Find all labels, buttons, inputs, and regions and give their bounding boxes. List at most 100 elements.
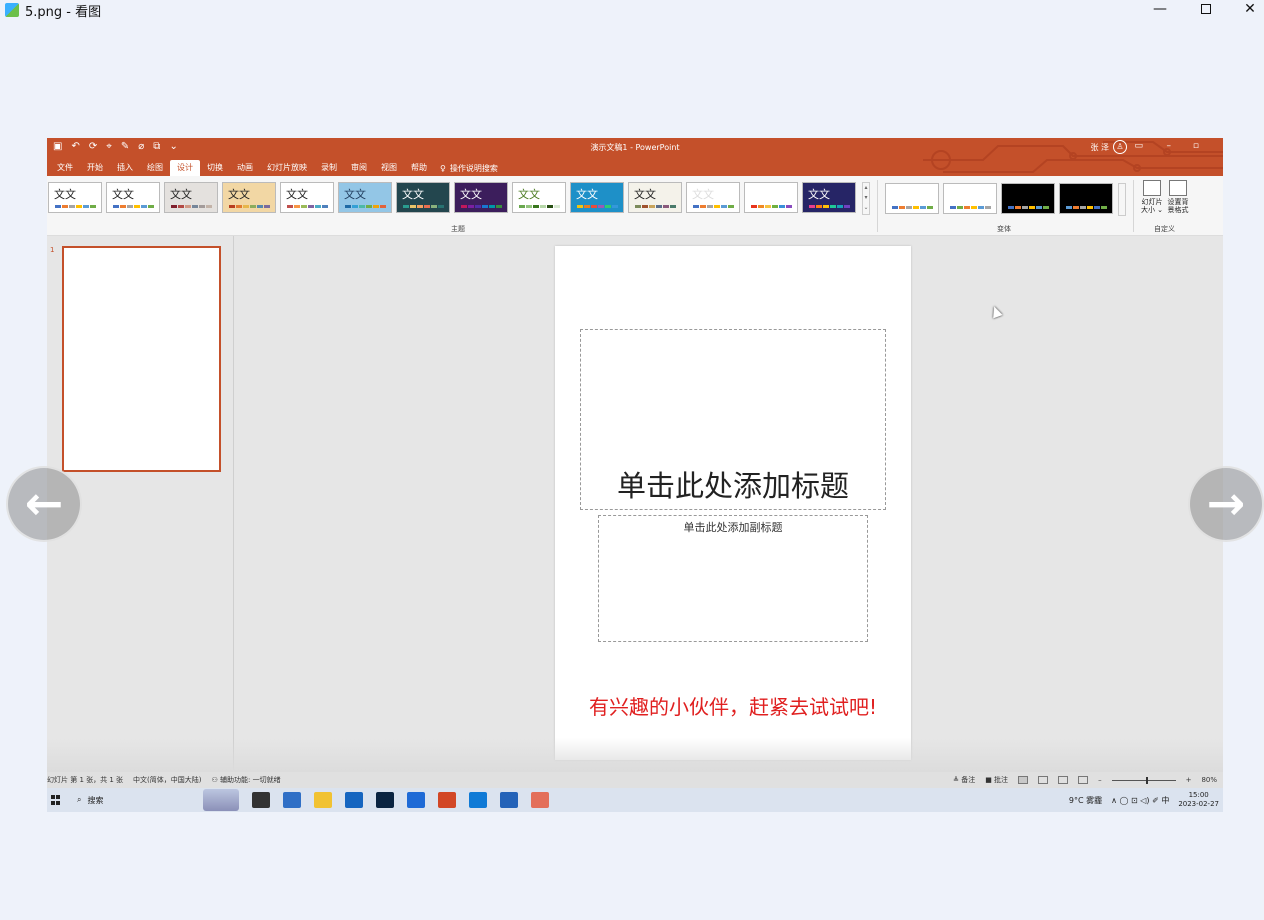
windows-taskbar: ⌕ 搜索 9°C 雾霾 ∧ ◯ ⊡ ◁) ✐ 中 15:00 2023-02-2… [47, 788, 1223, 812]
theme-sample-text: 文文 [54, 188, 76, 201]
user-account[interactable]: 张 泽 ♙ [1090, 140, 1127, 154]
taskbar-apps [239, 792, 549, 808]
zoom-slider[interactable] [1111, 776, 1176, 784]
ribbon-tab[interactable]: 审阅 [344, 160, 374, 176]
system-tray: 9°C 雾霾 ∧ ◯ ⊡ ◁) ✐ 中 15:00 2023-02-27 [1069, 788, 1219, 812]
close-button[interactable]: ✕ [1228, 0, 1264, 20]
viewer-app-icon[interactable] [531, 792, 549, 808]
minimize-button[interactable]: — [1138, 0, 1182, 20]
app-l-icon[interactable] [407, 792, 425, 808]
theme-thumbnail[interactable]: 文文 [338, 182, 392, 213]
theme-thumbnail[interactable]: 文文 [280, 182, 334, 213]
theme-thumbnail[interactable]: 文文 [570, 182, 624, 213]
maximize-icon [1201, 4, 1211, 14]
theme-thumbnail[interactable]: 文文 [164, 182, 218, 213]
variant-thumbnail[interactable] [1059, 183, 1113, 214]
widgets-icon[interactable] [203, 789, 239, 811]
edge-icon[interactable] [469, 792, 487, 808]
theme-thumbnail[interactable]: 文文 [628, 182, 682, 213]
reading-view-icon[interactable] [1058, 776, 1069, 784]
zoom-out-button[interactable]: – [1098, 776, 1102, 784]
task-view-icon[interactable] [252, 792, 270, 808]
theme-sample-text: 文文 [634, 188, 656, 201]
thumbnail-number: 1 [50, 246, 55, 254]
theme-gallery-scroll[interactable]: ▴ ▾ ⌄ [862, 182, 870, 215]
normal-view-icon[interactable] [1018, 776, 1029, 784]
ribbon-tab[interactable]: 动画 [230, 160, 260, 176]
weather-widget[interactable]: 9°C 雾霾 [1069, 795, 1102, 806]
slide-sorter-view-icon[interactable] [1038, 776, 1049, 784]
screenshot-image: ▣ ↶ ⟳ ⌖ ✎ ⌀ ⧉ ⌄ 演示文稿1 - PowerPoint 张 泽 ♙ ▭ – ▫ … [47, 138, 1223, 812]
maximize-button[interactable] [1184, 0, 1228, 20]
ribbon-tab[interactable]: 视图 [374, 160, 404, 176]
next-image-button[interactable]: → [1188, 466, 1264, 542]
ribbon-tab[interactable]: 幻灯片放映 [260, 160, 314, 176]
title-placeholder[interactable]: 单击此处添加标题 [580, 329, 886, 510]
slide-size-icon [1143, 180, 1161, 196]
user-name: 张 泽 [1090, 142, 1109, 152]
theme-thumbnail[interactable]: 文文 [222, 182, 276, 213]
slideshow-view-icon[interactable] [1078, 776, 1089, 784]
subtitle-placeholder[interactable]: 单击此处添加副标题 [598, 515, 868, 642]
search-app-icon[interactable] [500, 792, 518, 808]
theme-sample-text: 文文 [692, 188, 714, 201]
variant-gallery [885, 183, 1113, 214]
bottom-fade [47, 738, 1223, 772]
ribbon-tab[interactable]: 帮助 [404, 160, 434, 176]
powerpoint-icon[interactable] [438, 792, 456, 808]
start-button[interactable] [51, 795, 61, 805]
slide-canvas[interactable]: 单击此处添加标题 单击此处添加副标题 有兴趣的小伙伴，赶紧去试试吧! [555, 246, 911, 760]
notes-button[interactable]: ≜ 备注 [953, 775, 975, 785]
lightbulb-icon: ♀ [440, 163, 446, 173]
promo-caption: 有兴趣的小伙伴，赶紧去试试吧! [588, 695, 878, 719]
theme-thumbnail[interactable]: 文文 [512, 182, 566, 213]
ribbon-tab[interactable]: 设计 [170, 160, 200, 176]
variant-thumbnail[interactable] [1001, 183, 1055, 214]
ribbon-display-options-icon[interactable]: ▭ [1134, 141, 1143, 151]
ppt-restore-icon[interactable]: ▫ [1193, 141, 1199, 151]
mail-icon[interactable] [345, 792, 363, 808]
previous-image-button[interactable]: ← [6, 466, 82, 542]
theme-sample-text: 文文 [112, 188, 134, 201]
viewer-titlebar: 5.png - 看图 — ✕ [0, 0, 1264, 20]
theme-thumbnail[interactable]: 文文 [802, 182, 856, 213]
variant-gallery-scroll[interactable] [1118, 183, 1126, 216]
taskbar-clock[interactable]: 15:00 2023-02-27 [1178, 791, 1219, 809]
book-icon[interactable] [283, 792, 301, 808]
taskbar-search[interactable]: ⌕ 搜索 [77, 795, 197, 806]
clock-date: 2023-02-27 [1178, 800, 1219, 808]
language-status[interactable]: 中文(简体，中国大陆) [133, 775, 201, 785]
variant-thumbnail[interactable] [943, 183, 997, 214]
zoom-level[interactable]: 80% [1201, 776, 1217, 784]
theme-thumbnail[interactable]: 文文 [396, 182, 450, 213]
accessibility-status[interactable]: ⚇ 辅助功能: 一切就绪 [212, 775, 281, 785]
ribbon-tab[interactable]: 插入 [110, 160, 140, 176]
photoshop-icon[interactable] [376, 792, 394, 808]
tell-me-search[interactable]: ♀ 操作说明搜索 [434, 160, 504, 176]
ppt-minimize-icon[interactable]: – [1167, 141, 1172, 151]
ribbon-tab[interactable]: 开始 [80, 160, 110, 176]
theme-thumbnail[interactable]: 文文 [106, 182, 160, 213]
theme-sample-text: 文文 [750, 188, 772, 201]
comments-button[interactable]: ■ 批注 [985, 775, 1008, 785]
variant-thumbnail[interactable] [885, 183, 939, 214]
format-background-button[interactable]: 设置背 景格式 [1165, 180, 1191, 214]
theme-thumbnail[interactable]: 文文 [454, 182, 508, 213]
ribbon-tab[interactable]: 切换 [200, 160, 230, 176]
zoom-in-button[interactable]: + [1186, 776, 1192, 784]
image-viewer-icon [5, 3, 19, 17]
theme-gallery: 文文 文文 文文 文文 文文 文文 文文 文文 文文 文文 文文 文文 文文 文文 [48, 182, 856, 213]
theme-thumbnail[interactable]: 文文 [686, 182, 740, 213]
slide-thumbnail[interactable] [62, 246, 221, 472]
ribbon-tab[interactable]: 录制 [314, 160, 344, 176]
tray-icons[interactable]: ∧ ◯ ⊡ ◁) ✐ 中 [1111, 795, 1169, 806]
ribbon-tab[interactable]: 绘图 [140, 160, 170, 176]
viewer-window-title: 5.png - 看图 [25, 4, 102, 20]
slide-size-button[interactable]: 幻灯片 大小 ⌄ [1139, 180, 1165, 214]
ribbon-tab[interactable]: 文件 [50, 160, 80, 176]
theme-thumbnail[interactable]: 文文 [48, 182, 102, 213]
file-explorer-icon[interactable] [314, 792, 332, 808]
theme-sample-text: 文文 [344, 188, 366, 201]
theme-thumbnail[interactable]: 文文 [744, 182, 798, 213]
zoom-slider-thumb[interactable] [1145, 776, 1148, 784]
